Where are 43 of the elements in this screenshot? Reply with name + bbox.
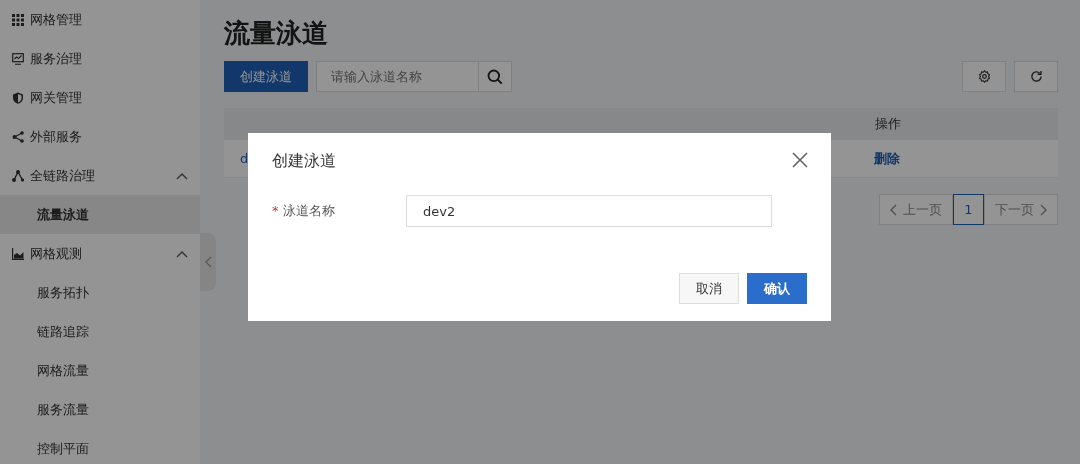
required-mark: * [272, 203, 279, 219]
search-button[interactable] [478, 61, 512, 93]
refresh-icon [1029, 70, 1043, 84]
create-lane-button[interactable]: 创建泳道 [224, 61, 308, 93]
sidebar-subitem[interactable]: 链路追踪 [0, 312, 200, 351]
lane-name-field[interactable]: dev2 [406, 195, 772, 227]
sidebar-subitem[interactable]: 服务流量 [0, 390, 200, 429]
field-label: 泳道名称 [282, 203, 335, 219]
sidebar-item[interactable]: 网关管理 [0, 78, 200, 117]
cancel-button[interactable]: 取消 [679, 273, 739, 304]
sidebar-item[interactable]: 外部服务 [0, 117, 200, 156]
table-cell-text: d [240, 149, 249, 168]
chevron-left-icon [204, 256, 212, 268]
sidebar-subitem[interactable]: 服务拓扑 [0, 273, 200, 312]
chevron-right-icon [1040, 203, 1047, 216]
settings-icon [977, 70, 991, 84]
sidebar-item[interactable]: 网格观测 [0, 234, 200, 273]
shield-icon [12, 91, 24, 104]
nodes-icon [12, 169, 24, 182]
settings-button[interactable] [962, 61, 1006, 93]
monitor-icon [12, 52, 24, 65]
page-number[interactable]: 1 [953, 194, 984, 226]
share-icon [12, 130, 24, 143]
delete-link[interactable]: 删除 [874, 148, 901, 169]
sidebar-item[interactable]: 服务治理 [0, 39, 200, 78]
close-icon [791, 151, 809, 169]
sidebar-item[interactable]: 全链路治理 [0, 156, 200, 195]
page-title: 流量泳道 [224, 18, 329, 50]
column-header: 操作 [875, 115, 901, 134]
sidebar-item[interactable]: 网格管理 [0, 0, 200, 39]
sidebar-subitem[interactable]: 流量泳道 [0, 195, 200, 234]
grid-icon [12, 13, 24, 26]
sidebar-subitem[interactable]: 控制平面 [0, 429, 200, 464]
dialog-title: 创建泳道 [272, 150, 336, 172]
search-icon [487, 68, 503, 85]
search-field[interactable]: 请输入泳道名称 [316, 61, 478, 93]
collapse-handle[interactable] [200, 233, 216, 291]
chevron-left-icon [890, 203, 897, 216]
confirm-button[interactable]: 确认 [747, 273, 807, 304]
close-button[interactable] [791, 151, 809, 169]
refresh-button[interactable] [1014, 61, 1058, 93]
sidebar-subitem[interactable]: 网格流量 [0, 351, 200, 390]
area-chart-icon [12, 247, 24, 260]
